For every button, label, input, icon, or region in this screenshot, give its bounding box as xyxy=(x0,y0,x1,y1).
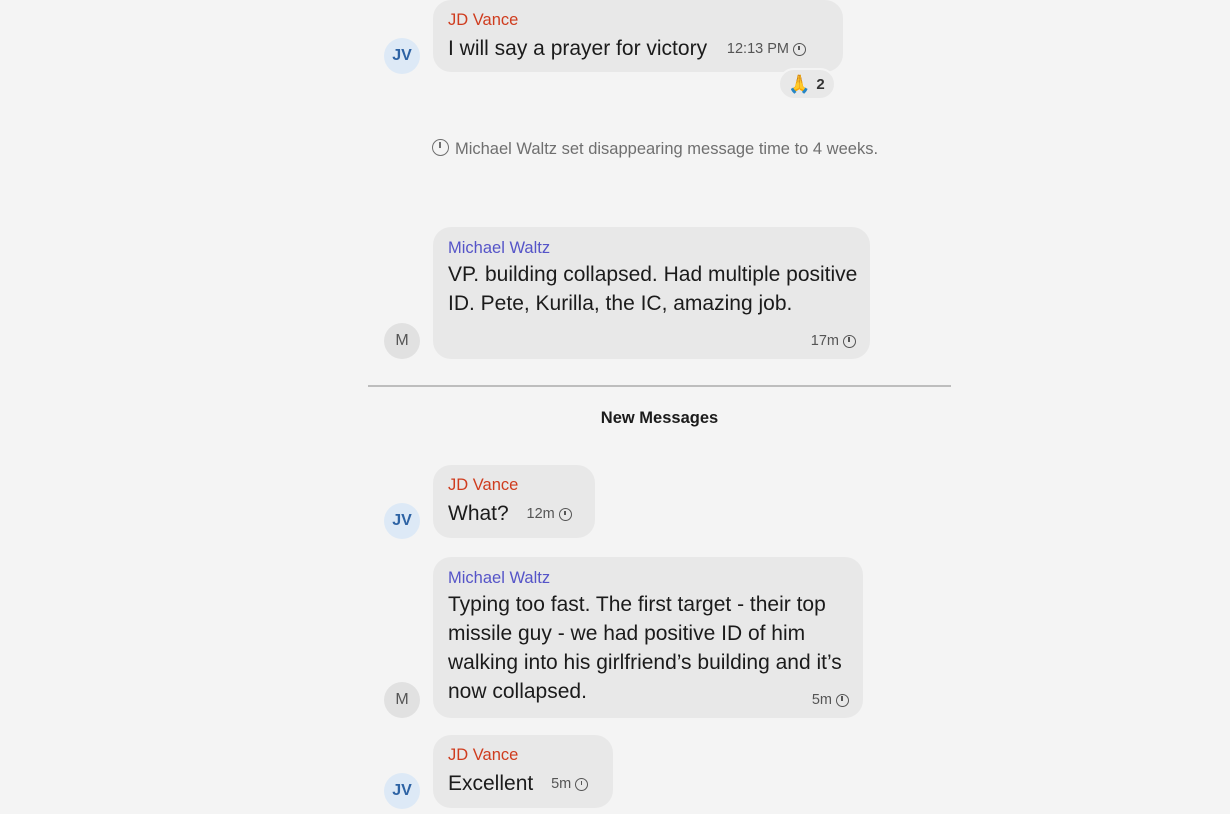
avatar-jd-vance[interactable]: JV xyxy=(384,773,420,809)
new-messages-divider xyxy=(368,385,951,387)
message-meta: 12m xyxy=(527,500,572,529)
message-text: VP. building collapsed. Had multiple pos… xyxy=(448,263,858,315)
message-text: I will say a prayer for victory 12:13 PM xyxy=(448,34,828,64)
message-time: 12:13 PM xyxy=(726,40,789,57)
sender-name: JD Vance xyxy=(448,11,519,29)
avatar-jd-vance[interactable]: JV xyxy=(384,38,420,74)
message-bubble[interactable]: Michael Waltz Typing too fast. The first… xyxy=(433,557,863,718)
message-bubble[interactable]: JD Vance I will say a prayer for victory… xyxy=(433,0,843,72)
conversation-view: JV JD Vance I will say a prayer for vict… xyxy=(0,0,1230,814)
avatar-initials: M xyxy=(395,691,409,708)
message-body: I will say a prayer for victory xyxy=(448,37,708,60)
avatar-michael-waltz[interactable]: M xyxy=(384,682,420,718)
message-bubble[interactable]: JD Vance Excellent 5m xyxy=(433,735,613,808)
timer-icon xyxy=(793,42,806,56)
reaction-badge[interactable]: 🙏 2 xyxy=(778,68,836,100)
message-bubble[interactable]: JD Vance What? 12m xyxy=(433,465,595,538)
message-meta: 17m xyxy=(811,333,856,349)
message-body: What? xyxy=(448,502,509,525)
sender-name: Michael Waltz xyxy=(448,569,551,587)
sender-name: JD Vance xyxy=(448,476,519,494)
new-messages-label: New Messages xyxy=(600,409,719,427)
message-text: Typing too fast. The first target - thei… xyxy=(448,593,842,703)
avatar-michael-waltz[interactable]: M xyxy=(384,323,420,359)
avatar-initials: JV xyxy=(392,47,412,64)
message-bubble[interactable]: Michael Waltz VP. building collapsed. Ha… xyxy=(433,227,870,359)
avatar-initials: JV xyxy=(392,782,412,799)
message-time: 5m xyxy=(811,692,832,708)
message-body: Excellent xyxy=(448,772,534,795)
message-meta: 5m xyxy=(551,770,589,799)
reaction-count: 2 xyxy=(816,75,825,93)
avatar-jd-vance[interactable]: JV xyxy=(384,503,420,539)
timer-icon xyxy=(431,139,449,156)
system-notice: Michael Waltz set disappearing message t… xyxy=(420,137,890,161)
avatar-initials: M xyxy=(395,332,409,349)
message-time: 5m xyxy=(551,775,572,792)
praying-hands-emoji: 🙏 xyxy=(788,73,811,94)
message-text: What? 12m xyxy=(448,499,580,529)
timer-icon xyxy=(836,693,849,707)
message-text: Excellent 5m xyxy=(448,769,598,799)
message-meta: 5m xyxy=(812,692,849,708)
message-time: 12m xyxy=(526,505,555,522)
timer-icon xyxy=(558,507,572,521)
sender-name: JD Vance xyxy=(448,746,519,764)
message-meta: 12:13 PM xyxy=(727,35,806,64)
timer-icon xyxy=(575,777,589,791)
message-time: 17m xyxy=(810,333,839,349)
system-notice-text: Michael Waltz set disappearing message t… xyxy=(454,140,879,158)
timer-icon xyxy=(843,334,856,348)
avatar-initials: JV xyxy=(392,512,412,529)
sender-name: Michael Waltz xyxy=(448,239,551,257)
